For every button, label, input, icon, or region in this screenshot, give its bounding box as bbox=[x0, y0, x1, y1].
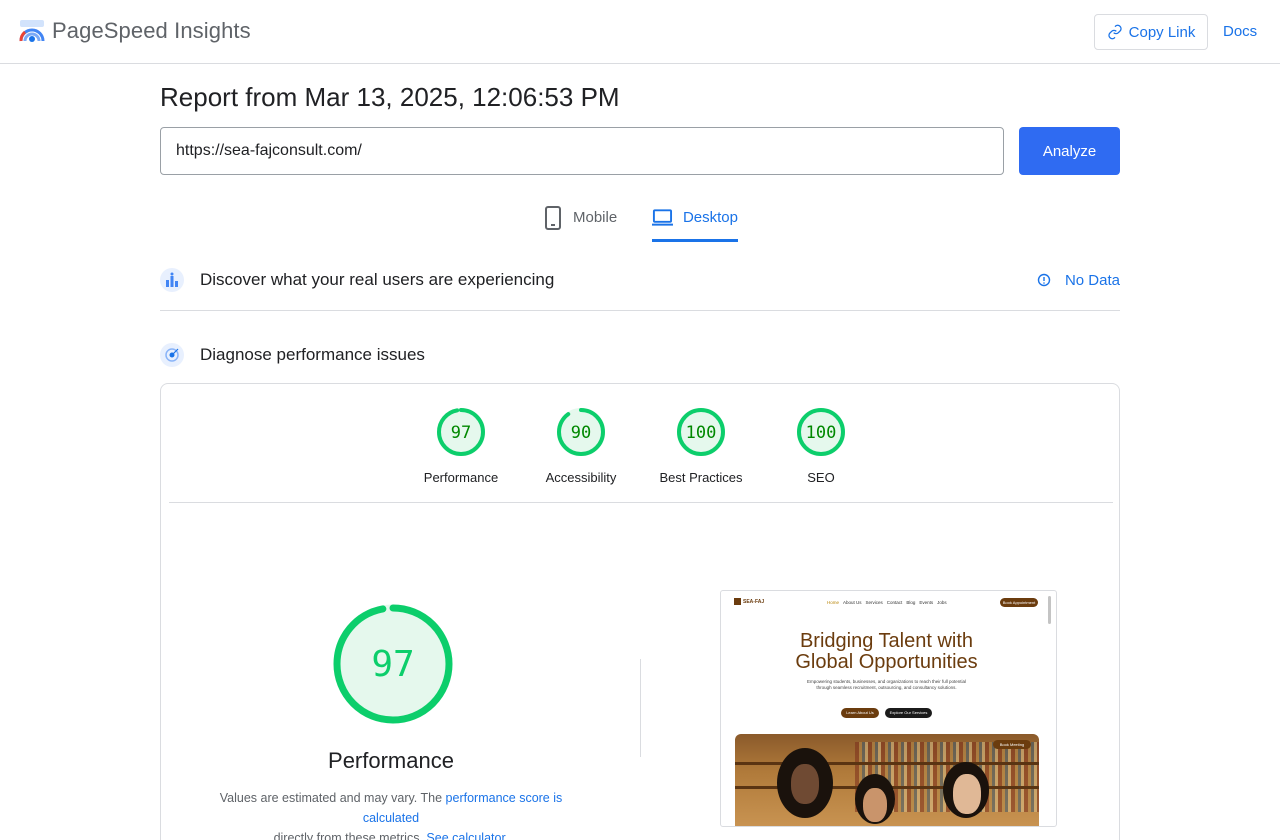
gauge-performance-label: Performance bbox=[423, 470, 499, 485]
diagnose-section: Diagnose performance issues bbox=[160, 343, 1120, 367]
preview-person-face bbox=[791, 764, 819, 804]
diagnose-title: Diagnose performance issues bbox=[200, 345, 425, 364]
score-gauge-accessibility[interactable]: 90 Accessibility bbox=[521, 406, 641, 485]
copy-link-button[interactable]: Copy Link bbox=[1094, 14, 1208, 50]
lighthouse-icon bbox=[160, 343, 184, 367]
gauge-accessibility-label: Accessibility bbox=[545, 470, 617, 485]
app-title: PageSpeed Insights bbox=[52, 18, 251, 43]
preview-subtext: Empowering students, businesses, and org… bbox=[806, 679, 967, 690]
vertical-separator bbox=[640, 659, 641, 757]
score-gauge-performance[interactable]: 97 Performance bbox=[401, 406, 521, 485]
preview-headline-line1: Bridging Talent with bbox=[799, 630, 974, 652]
gauge-accessibility-value: 90 bbox=[571, 423, 591, 443]
performance-big-value: 97 bbox=[371, 644, 414, 685]
gauge-accessibility-ring: 90 bbox=[557, 408, 605, 456]
gauge-best-practices-value: 100 bbox=[686, 423, 717, 443]
preview-nav-item: About Us bbox=[843, 600, 862, 605]
score-gauge-best-practices[interactable]: 100 Best Practices bbox=[641, 406, 761, 485]
performance-title: Performance bbox=[328, 748, 454, 773]
report-title: Report from Mar 13, 2025, 12:06:53 PM bbox=[160, 82, 620, 112]
preview-logo-mark-icon bbox=[734, 598, 741, 605]
preview-person-face bbox=[953, 774, 981, 814]
gauge-seo-value: 100 bbox=[806, 423, 837, 443]
users-chart-icon bbox=[160, 268, 184, 292]
no-data-label: No Data bbox=[1064, 271, 1120, 289]
note-prefix: Values are estimated and may vary. The bbox=[219, 791, 446, 805]
pagespeed-logo-icon bbox=[19, 20, 45, 42]
note-middle: directly from these metrics. bbox=[273, 831, 427, 840]
performance-big-gauge: 97 bbox=[331, 602, 453, 731]
link-icon bbox=[1108, 24, 1122, 40]
tab-desktop[interactable]: Desktop bbox=[652, 204, 738, 242]
preview-person-face bbox=[863, 788, 887, 822]
preview-button-2: Explore Our Services bbox=[885, 708, 932, 718]
preview-headline-line2: Global Opportunities bbox=[795, 651, 978, 673]
see-calculator-link[interactable]: See calculator. bbox=[426, 831, 508, 840]
preview-button-1: Learn About Us bbox=[841, 708, 879, 718]
score-gauge-seo[interactable]: 100 SEO bbox=[761, 406, 881, 485]
preview-scrollbar bbox=[1048, 596, 1051, 624]
phone-icon bbox=[545, 206, 561, 230]
gauge-performance-value: 97 bbox=[451, 423, 471, 443]
preview-logo-text: SEA-FAJ bbox=[743, 598, 765, 605]
scores-card: 97 Performance 90 Accessibility 100 Best… bbox=[160, 383, 1120, 840]
preview-logo: SEA-FAJ bbox=[734, 598, 764, 605]
gauge-best-practices-ring: 100 bbox=[677, 408, 725, 456]
real-users-title: Discover what your real users are experi… bbox=[200, 270, 555, 289]
preview-nav-item: Contact bbox=[886, 600, 903, 605]
no-data-link[interactable]: No Data bbox=[1037, 272, 1120, 289]
analyze-button[interactable]: Analyze bbox=[1019, 127, 1120, 175]
performance-note: Values are estimated and may vary. The p… bbox=[191, 788, 591, 840]
docs-link[interactable]: Docs bbox=[1223, 23, 1257, 40]
gauge-performance-ring: 97 bbox=[437, 408, 485, 456]
preview-image-tag: Book Meeting bbox=[993, 740, 1031, 749]
page-screenshot-preview: SEA-FAJ Home About Us Services Contact B… bbox=[720, 590, 1057, 827]
url-input[interactable] bbox=[160, 127, 1004, 175]
info-icon bbox=[1037, 273, 1051, 287]
gauge-best-practices-label: Best Practices bbox=[659, 470, 743, 485]
gauge-seo-ring: 100 bbox=[797, 408, 845, 456]
card-divider bbox=[169, 502, 1113, 503]
gauge-seo-label: SEO bbox=[807, 470, 835, 485]
preview-headline: Bridging Talent with Global Opportunitie… bbox=[721, 631, 1052, 673]
preview-top-button: Book Appointment bbox=[1000, 598, 1038, 607]
tab-desktop-label: Desktop bbox=[682, 209, 738, 226]
preview-hero-image: Book Meeting bbox=[735, 734, 1039, 826]
preview-nav-item: Home bbox=[827, 600, 840, 605]
preview-nav-item: Blog bbox=[906, 600, 916, 605]
tab-mobile-label: Mobile bbox=[573, 209, 618, 226]
performance-big-ring: 97 bbox=[333, 604, 453, 724]
copy-link-label: Copy Link bbox=[1128, 23, 1196, 41]
real-users-section: Discover what your real users are experi… bbox=[160, 268, 1120, 292]
tab-mobile[interactable]: Mobile bbox=[543, 204, 617, 242]
laptop-icon bbox=[652, 209, 673, 226]
preview-nav-item: Events bbox=[919, 600, 934, 605]
preview-nav-item: Jobs bbox=[937, 600, 947, 605]
section-divider bbox=[160, 310, 1120, 311]
preview-nav-item: Services bbox=[865, 600, 883, 605]
preview-nav: Home About Us Services Contact Blog Even… bbox=[827, 600, 947, 605]
top-bar: PageSpeed Insights Copy Link Docs bbox=[0, 0, 1280, 64]
